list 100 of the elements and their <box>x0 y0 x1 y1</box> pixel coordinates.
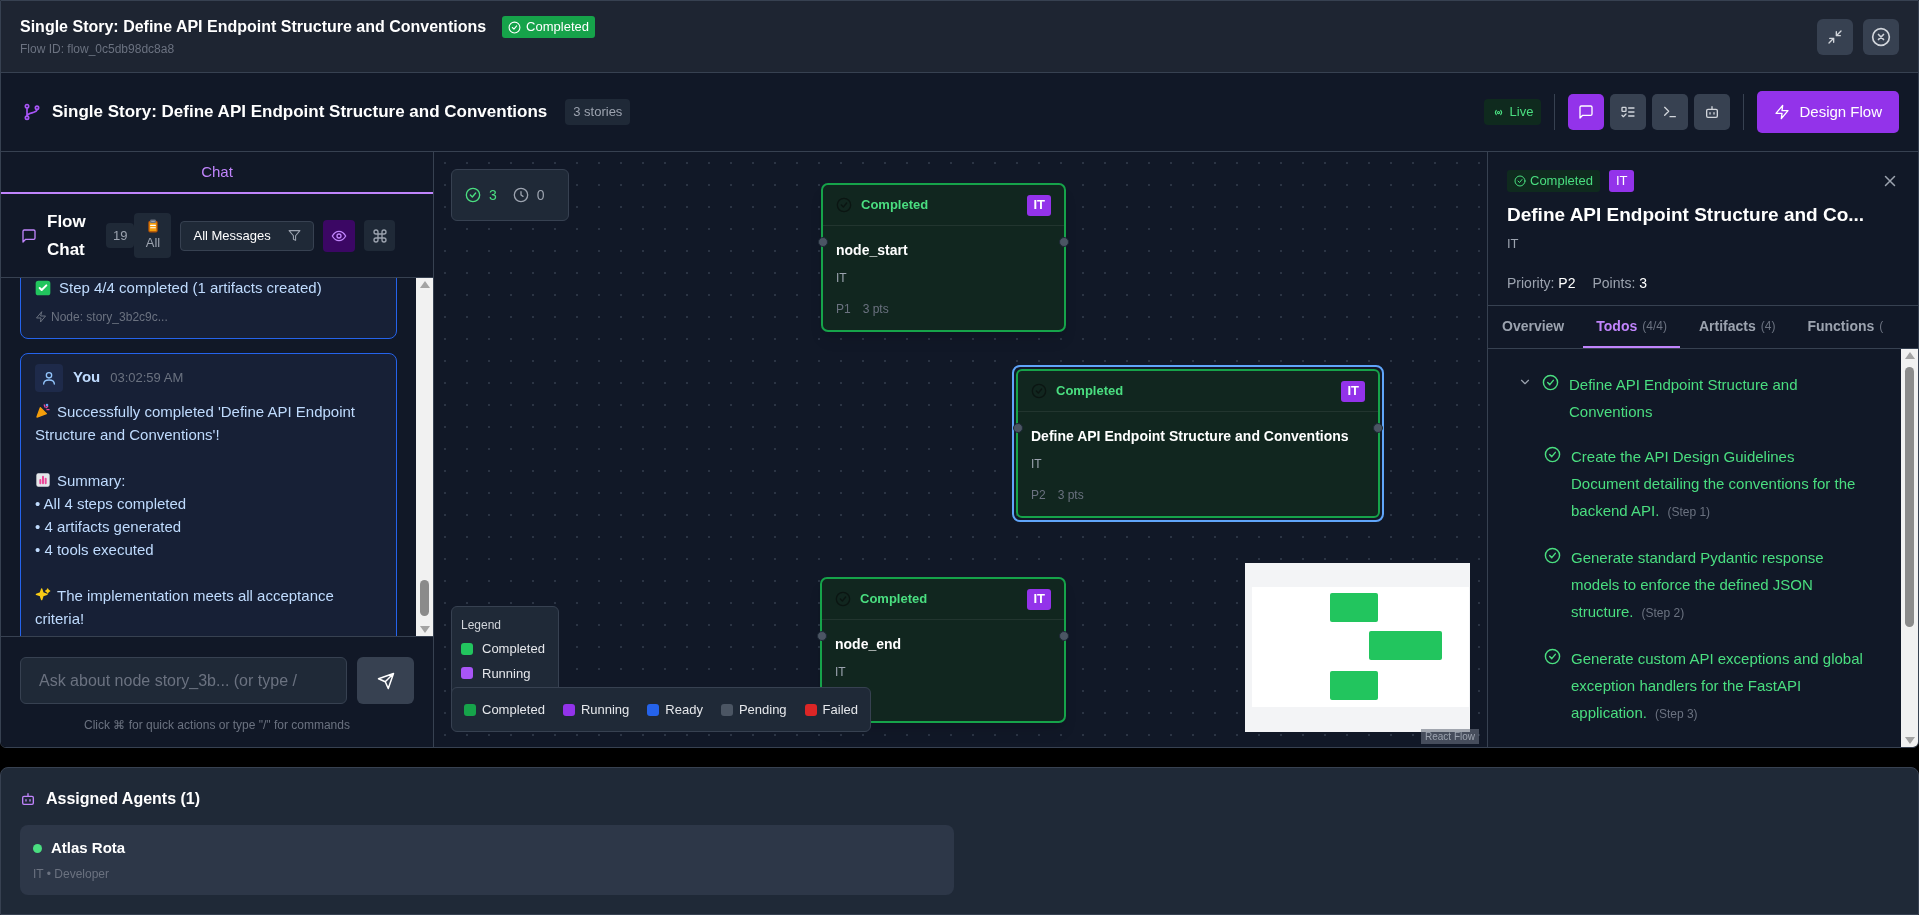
story-team: IT <box>1507 234 1520 253</box>
status-label: Running <box>580 700 630 719</box>
agent-card[interactable]: Atlas Rota IT • Developer <box>20 825 954 895</box>
scroll-down-icon[interactable] <box>419 626 430 633</box>
design-flow-button[interactable]: Design Flow <box>1757 91 1899 133</box>
chat-hint: Click ⌘ for quick actions or type "/" for commands <box>83 717 351 734</box>
priority-label: Priority: P2 <box>1507 274 1576 293</box>
view-button[interactable] <box>1694 94 1731 130</box>
minimize-button[interactable] <box>1817 18 1853 55</box>
scroll-up-icon[interactable] <box>419 281 430 288</box>
status-badge: Completed <box>502 16 595 38</box>
clock-icon <box>512 187 529 203</box>
node-team: IT <box>836 270 848 287</box>
scroll-thumb[interactable] <box>1905 367 1914 627</box>
send-button[interactable] <box>357 657 414 704</box>
stories-count: 3 stories <box>565 99 631 125</box>
detail-tab[interactable]: Overview <box>1489 306 1578 348</box>
branch-icon <box>22 102 42 122</box>
view-button[interactable] <box>1610 94 1647 130</box>
flow-node[interactable]: Completed IT Define API Endpoint Structure and Conventions IT P2 3 pts <box>1012 365 1384 522</box>
story-title: Define API Endpoint Structure and Co... <box>1507 203 1866 227</box>
legend-title: Legend <box>461 617 503 634</box>
filter-icon <box>288 229 302 242</box>
node-handle[interactable] <box>1373 423 1383 433</box>
node-team: IT <box>1031 456 1043 473</box>
node-status: Completed <box>861 196 929 215</box>
chat-input[interactable]: Ask about node story_3b... (or type / <box>20 657 347 704</box>
detail-tab[interactable]: Artifacts (4) <box>1685 306 1789 348</box>
team-badge: IT <box>1027 588 1051 610</box>
send-icon <box>376 671 395 690</box>
todo-text: Generate custom API exceptions and global exception handlers for the FastAPI application. (Step 3) <box>1571 649 1863 723</box>
points-label: Points: 3 <box>1592 274 1647 293</box>
node-team: IT <box>835 664 847 681</box>
scroll-up-icon[interactable] <box>1904 352 1915 359</box>
team-badge: IT <box>1027 194 1051 216</box>
flow-node[interactable]: Completed IT node_start IT P1 3 pts <box>821 183 1066 332</box>
message-filter[interactable]: All Messages <box>180 220 315 251</box>
chat-icon <box>1578 104 1595 120</box>
detail-tab[interactable]: Functions ( <box>1794 306 1897 348</box>
scroll-thumb[interactable] <box>420 580 429 616</box>
agents-title: Assigned Agents (1) <box>46 789 201 809</box>
todo-text: Create the API Design Guidelines Document detailing the conventions for the backend API. (Step 1) <box>1571 447 1857 521</box>
legend-label: Completed <box>482 640 545 658</box>
node-title: node_end <box>835 635 903 654</box>
node-handle[interactable] <box>817 631 827 641</box>
user-icon <box>41 369 57 386</box>
clipboard-icon <box>145 218 160 233</box>
command-icon <box>371 227 388 244</box>
message-line: The implementation meets all acceptance criteria! <box>35 585 335 629</box>
scrollbar[interactable] <box>416 278 433 636</box>
sparkles-icon <box>35 586 51 603</box>
node-points: 3 pts <box>1057 487 1084 504</box>
check-circle-icon <box>508 20 522 34</box>
message-line: • 4 tools executed <box>35 539 155 560</box>
lightning-icon <box>1774 104 1791 120</box>
completed-count: 3 <box>489 185 497 205</box>
terminal-icon <box>1662 104 1679 120</box>
node-points: 3 pts <box>862 301 889 318</box>
pending-count: 0 <box>536 185 545 205</box>
node-status: Completed <box>860 590 928 609</box>
checklist-icon <box>1620 104 1637 120</box>
scope-button[interactable]: All <box>134 213 172 258</box>
scroll-down-icon[interactable] <box>1904 737 1915 744</box>
lightning-icon <box>35 310 47 323</box>
check-circle-icon <box>1514 175 1526 187</box>
node-priority: P2 <box>1031 487 1046 504</box>
status-label: Ready <box>665 700 703 719</box>
flow-id: Flow ID: flow_0c5db98dc8a8 <box>20 41 176 58</box>
close-button[interactable] <box>1863 18 1899 55</box>
message-line: • All 4 steps completed <box>35 493 188 514</box>
todo-text: Generate standard Pydantic response models to enforce the defined JSON structure. (Step 2) <box>1571 548 1825 622</box>
node-handle[interactable] <box>1059 237 1069 247</box>
chat-tab[interactable]: Chat <box>201 160 233 184</box>
message-text: Step 4/4 completed (1 artifacts created) <box>59 278 322 298</box>
scrollbar[interactable] <box>1901 349 1918 747</box>
command-button[interactable] <box>364 220 396 251</box>
node-priority: P1 <box>836 301 851 318</box>
check-box-icon <box>35 280 51 297</box>
node-status: Completed <box>1056 382 1124 401</box>
minimap[interactable] <box>1245 563 1470 732</box>
node-handle[interactable] <box>1013 423 1023 433</box>
node-title: node_start <box>836 241 909 260</box>
eye-toggle[interactable] <box>323 219 356 252</box>
view-button[interactable] <box>1568 94 1605 130</box>
bot-icon <box>20 791 36 807</box>
status-label: Failed <box>822 700 859 719</box>
node-title: Define API Endpoint Structure and Conventions <box>1031 427 1350 446</box>
agent-role: IT • Developer <box>33 866 110 884</box>
node-handle[interactable] <box>1059 631 1069 641</box>
detail-tab[interactable]: Todos (4/4) <box>1583 306 1680 348</box>
dialog-title: Single Story: Define API Endpoint Structure and Conventions <box>20 17 487 37</box>
legend-label: Running <box>482 664 531 683</box>
todo-text: Define API Endpoint Structure and Conventions <box>1569 375 1799 422</box>
node-handle[interactable] <box>818 237 828 247</box>
check-circle-icon <box>465 187 481 203</box>
chat-title: Flow Chat <box>47 210 87 261</box>
message-line: • 4 artifacts generated <box>35 516 183 537</box>
party-popper-icon <box>35 402 51 419</box>
collapse-arrows-icon <box>1827 28 1843 45</box>
message-time: 03:02:59 AM <box>110 368 184 387</box>
